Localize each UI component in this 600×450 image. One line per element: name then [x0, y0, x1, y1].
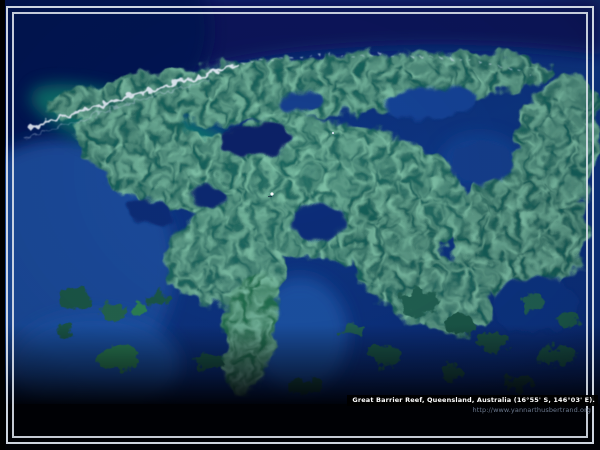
wallpaper: Great Barrier Reef, Queensland, Australi… [0, 0, 600, 450]
reef-photo [0, 0, 600, 450]
caption-location: Great Barrier Reef, Queensland, Australi… [347, 395, 598, 406]
caption: Great Barrier Reef, Queensland, Australi… [347, 389, 598, 413]
caption-credit-url: http://www.yannarthusbertrand.org [347, 407, 598, 414]
